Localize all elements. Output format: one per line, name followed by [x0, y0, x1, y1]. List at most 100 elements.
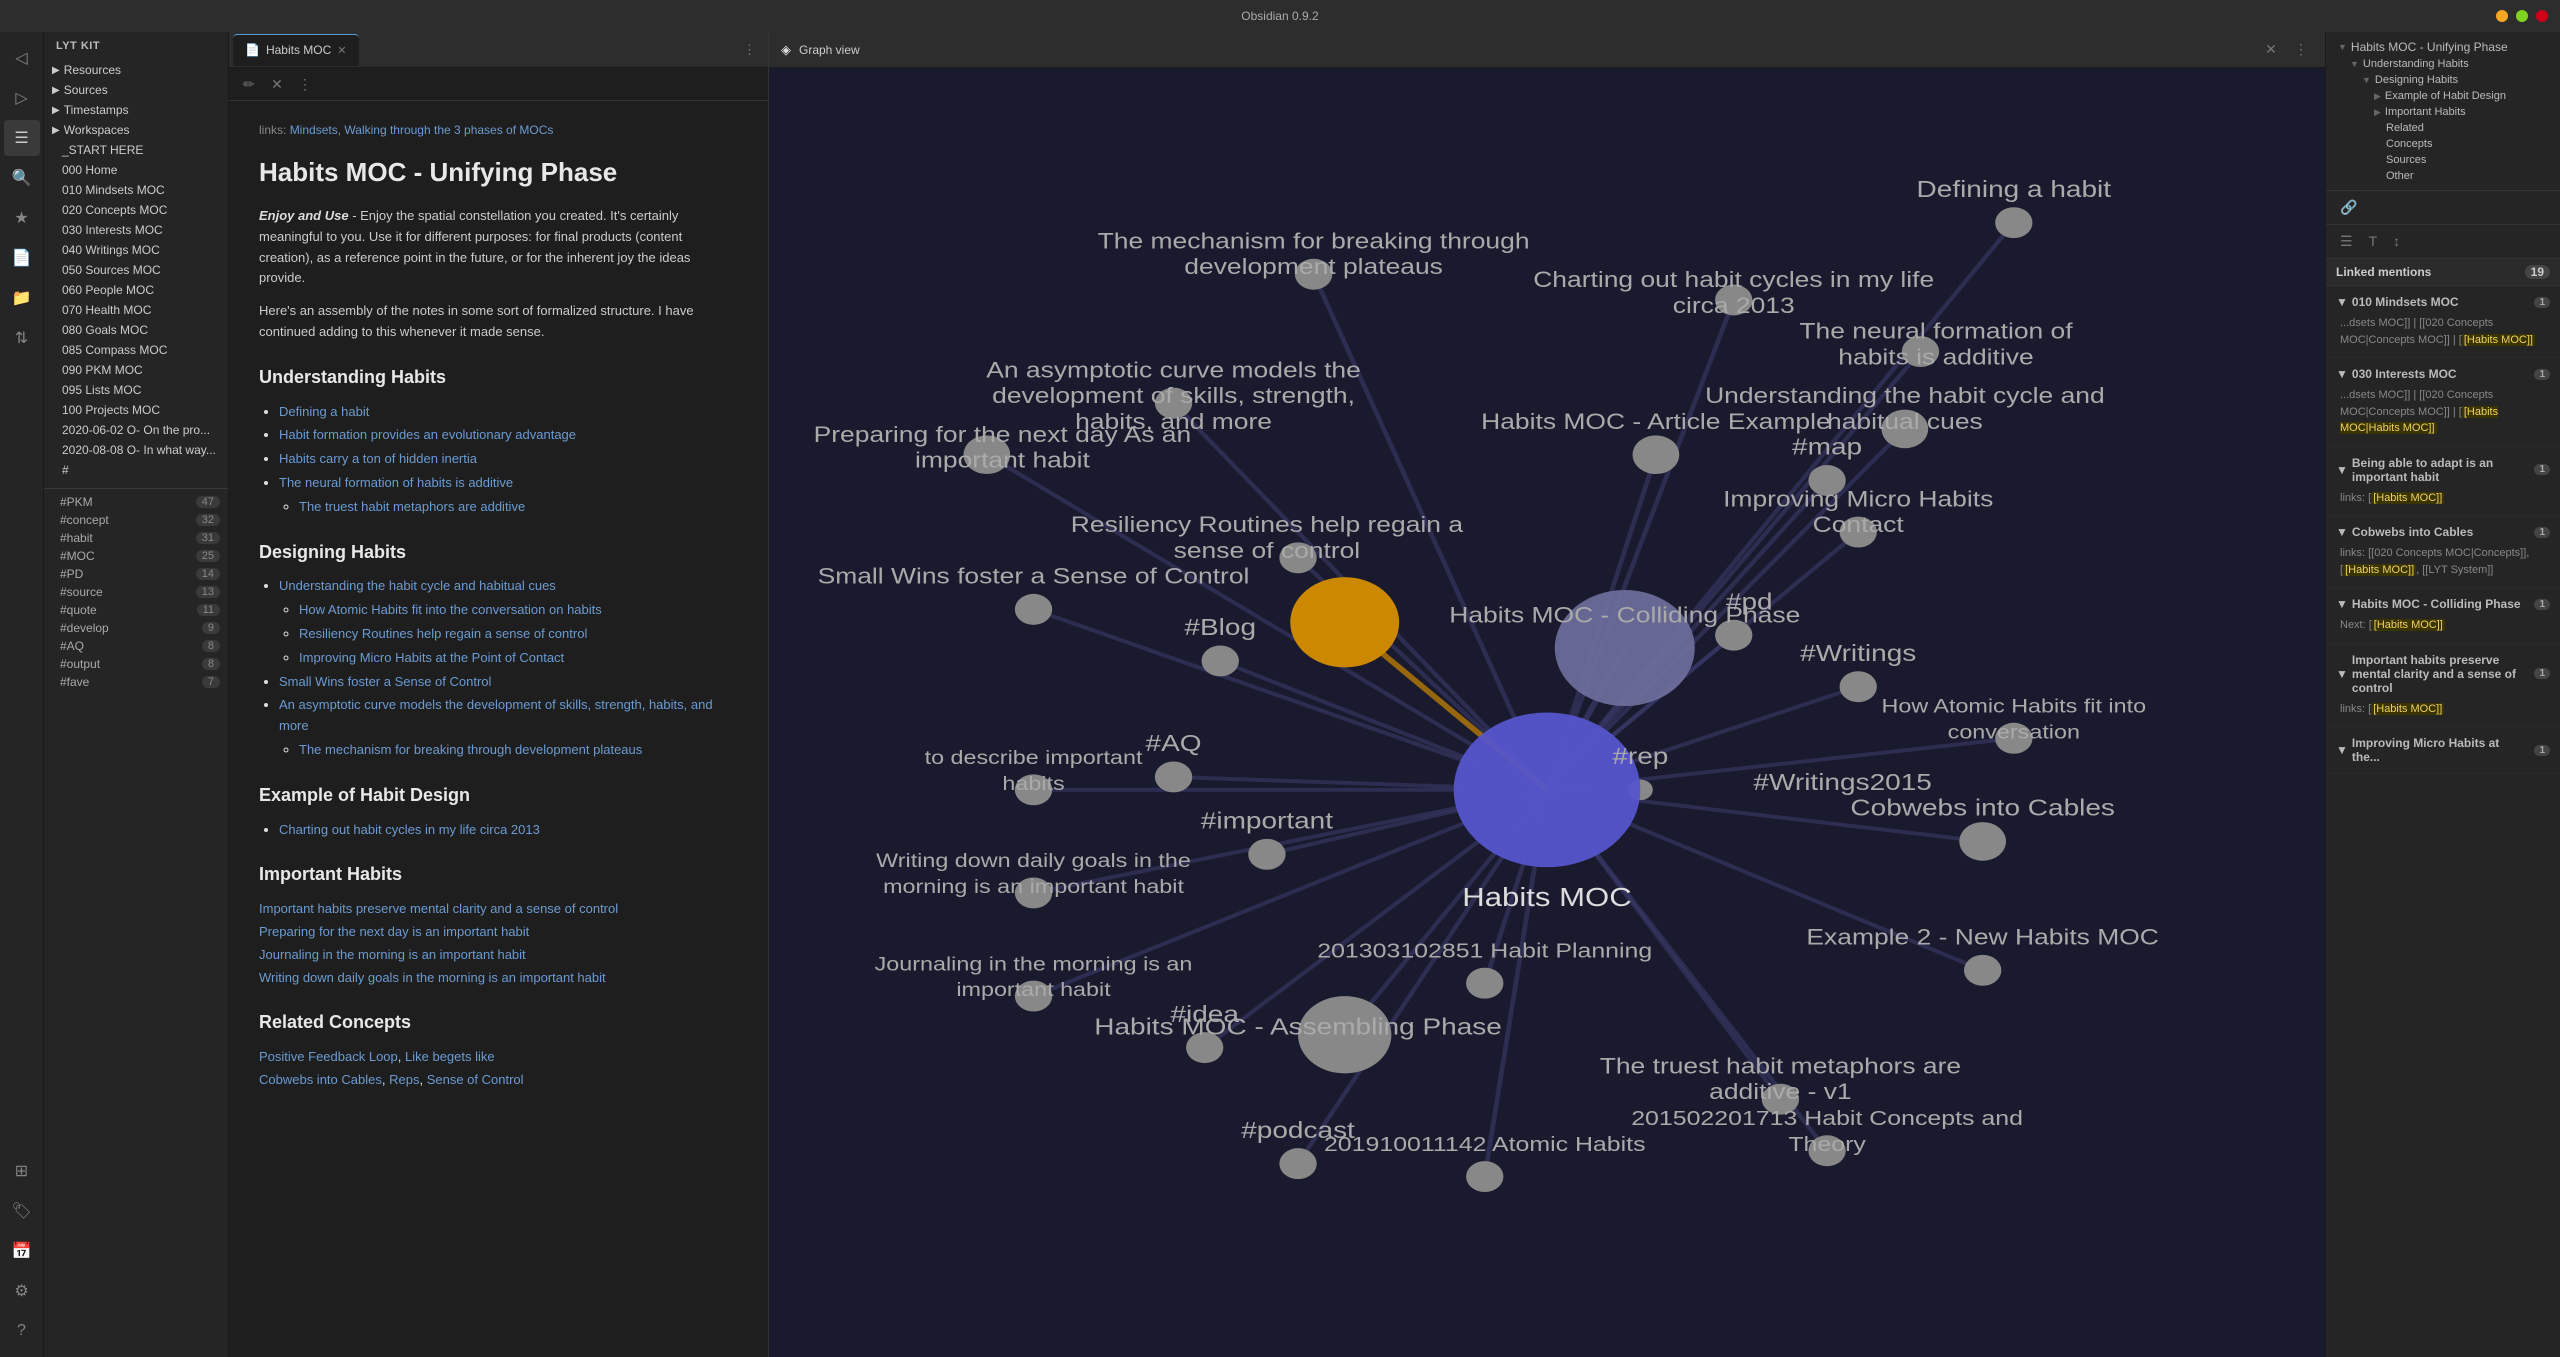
link-resiliency[interactable]: Resiliency Routines help regain a sense … [299, 626, 587, 641]
plugin-icon[interactable]: ⊞ [4, 1153, 40, 1189]
folder-icon[interactable]: 📁 [4, 280, 40, 316]
sort-list-icon[interactable]: ☰ [2336, 231, 2357, 252]
sidebar-group-timestamps[interactable]: ▶ Timestamps [44, 100, 228, 120]
link-charting[interactable]: Charting out habit cycles in my life cir… [279, 822, 540, 837]
question-icon[interactable]: ? [4, 1313, 40, 1349]
close-button[interactable] [2536, 10, 2548, 22]
mention-highlight[interactable]: [Habits MOC]] [2343, 564, 2416, 576]
mention-highlight[interactable]: [Habits MOC|Habits MOC]] [2340, 406, 2498, 435]
sidebar-group-resources[interactable]: ▶ Resources [44, 60, 228, 80]
text-icon[interactable]: T [2365, 231, 2382, 252]
calendar-icon[interactable]: 📅 [4, 1233, 40, 1269]
sidebar-group-workspaces[interactable]: ▶ Workspaces [44, 120, 228, 140]
tab-habits-moc[interactable]: 📄 Habits MOC ✕ [233, 34, 359, 66]
more-toolbar-button[interactable]: ⋮ [293, 72, 317, 96]
link-truest[interactable]: The truest habit metaphors are additive [299, 499, 525, 514]
link-mental-clarity[interactable]: Important habits preserve mental clarity… [259, 901, 618, 916]
link-next-day[interactable]: Preparing for the next day is an importa… [259, 924, 529, 939]
sidebar-item-start[interactable]: _START HERE [46, 140, 226, 160]
link-cobwebs[interactable]: Cobwebs into Cables [259, 1072, 382, 1087]
outline-item-concepts[interactable]: Concepts [2326, 136, 2560, 152]
mention-highlight[interactable]: [Habits MOC]] [2371, 492, 2444, 504]
sidebar-item-070[interactable]: 070 Health MOC [46, 300, 226, 320]
settings-icon[interactable]: ⚙ [4, 1273, 40, 1309]
tag-source[interactable]: #source 13 [44, 583, 228, 601]
outline-item-designing[interactable]: ▼ Designing Habits [2326, 72, 2560, 88]
mention-title[interactable]: ▼ Being able to adapt is an important ha… [2326, 453, 2560, 487]
outline-item-understanding[interactable]: ▼ Understanding Habits [2326, 56, 2560, 72]
sidebar-item-095[interactable]: 095 Lists MOC [46, 380, 226, 400]
maximize-button[interactable] [2516, 10, 2528, 22]
sidebar-item-2020b[interactable]: 2020-08-08 O- In what way... [46, 440, 226, 460]
sidebar-item-020[interactable]: 020 Concepts MOC [46, 200, 226, 220]
mention-title[interactable]: ▼ Improving Micro Habits at the... 1 [2326, 733, 2560, 767]
tab-close-icon[interactable]: ✕ [337, 44, 346, 57]
link-mindsets[interactable]: Mindsets [290, 123, 338, 137]
link-atomic[interactable]: How Atomic Habits fit into the conversat… [299, 602, 602, 617]
link-positive-feedback[interactable]: Positive Feedback Loop [259, 1049, 398, 1064]
search-icon[interactable]: 🔍 [4, 160, 40, 196]
nav-forward-icon[interactable]: ▷ [4, 80, 40, 116]
tag-habit[interactable]: #habit 31 [44, 529, 228, 547]
graph-more-icon[interactable]: ⋮ [2289, 38, 2313, 62]
star-icon[interactable]: ★ [4, 200, 40, 236]
sidebar-item-060[interactable]: 060 People MOC [46, 280, 226, 300]
tab-more-button[interactable]: ⋮ [735, 42, 764, 58]
outline-item-1[interactable]: ▼ Habits MOC - Unifying Phase [2326, 38, 2560, 56]
sidebar-item-085[interactable]: 085 Compass MOC [46, 340, 226, 360]
tag-fave[interactable]: #fave 7 [44, 673, 228, 691]
mention-title[interactable]: ▼ 030 Interests MOC 1 [2326, 364, 2560, 384]
link-micro[interactable]: Improving Micro Habits at the Point of C… [299, 650, 564, 665]
outline-item-example[interactable]: ▶ Example of Habit Design [2326, 88, 2560, 104]
sidebar-item-040[interactable]: 040 Writings MOC [46, 240, 226, 260]
new-note-icon[interactable]: 📄 [4, 240, 40, 276]
link-evolutionary[interactable]: Habit formation provides an evolutionary… [279, 427, 576, 442]
link-like-begets[interactable]: Like begets like [405, 1049, 495, 1064]
edit-button[interactable]: ✏ [237, 72, 261, 96]
link-neural[interactable]: The neural formation of habits is additi… [279, 475, 513, 490]
sidebar-item-2020a[interactable]: 2020-06-02 O- On the pro... [46, 420, 226, 440]
tag-icon[interactable]: 🏷 [4, 1193, 40, 1229]
link-writing-goals[interactable]: Writing down daily goals in the morning … [259, 970, 606, 985]
mention-title[interactable]: ▼ 010 Mindsets MOC 1 [2326, 292, 2560, 312]
sort-az-icon[interactable]: ↕ [2389, 231, 2404, 252]
mention-title[interactable]: ▼ Habits MOC - Colliding Phase 1 [2326, 594, 2560, 614]
outline-item-sources[interactable]: Sources [2326, 152, 2560, 168]
mention-title[interactable]: ▼ Important habits preserve mental clari… [2326, 650, 2560, 698]
link-icon[interactable]: 🔗 [2336, 197, 2361, 218]
sidebar-item-050[interactable]: 050 Sources MOC [46, 260, 226, 280]
tag-pd[interactable]: #PD 14 [44, 565, 228, 583]
outline-item-related[interactable]: Related [2326, 120, 2560, 136]
link-asymptotic[interactable]: An asymptotic curve models the developme… [279, 697, 713, 733]
tag-develop[interactable]: #develop 9 [44, 619, 228, 637]
sidebar-item-000[interactable]: 000 Home [46, 160, 226, 180]
graph-canvas[interactable]: ⚙ [769, 68, 2325, 1357]
link-sense-control[interactable]: Sense of Control [427, 1072, 524, 1087]
sidebar-group-sources[interactable]: ▶ Sources [44, 80, 228, 100]
sidebar-item-090[interactable]: 090 PKM MOC [46, 360, 226, 380]
tag-output[interactable]: #output 8 [44, 655, 228, 673]
tag-quote[interactable]: #quote 11 [44, 601, 228, 619]
link-journaling[interactable]: Journaling in the morning is an importan… [259, 947, 526, 962]
tag-concept[interactable]: #concept 32 [44, 511, 228, 529]
mention-title[interactable]: ▼ Cobwebs into Cables 1 [2326, 522, 2560, 542]
mention-highlight[interactable]: [Habits MOC]] [2462, 334, 2535, 346]
sidebar-item-010[interactable]: 010 Mindsets MOC [46, 180, 226, 200]
sidebar-item-hash[interactable]: # [46, 460, 226, 480]
link-mechanism[interactable]: The mechanism for breaking through devel… [299, 742, 642, 757]
nav-back-icon[interactable]: ◁ [4, 40, 40, 76]
sidebar-item-080[interactable]: 080 Goals MOC [46, 320, 226, 340]
files-icon[interactable]: ☰ [4, 120, 40, 156]
mention-highlight[interactable]: [Habits MOC]] [2371, 703, 2444, 715]
link-walking[interactable]: Walking through the 3 phases of MOCs [344, 123, 553, 137]
tag-moc[interactable]: #MOC 25 [44, 547, 228, 565]
sidebar-item-030[interactable]: 030 Interests MOC [46, 220, 226, 240]
link-defining[interactable]: Defining a habit [279, 404, 369, 419]
link-reps[interactable]: Reps [389, 1072, 419, 1087]
mention-highlight[interactable]: [Habits MOC]] [2372, 619, 2445, 631]
outline-item-important[interactable]: ▶ Important Habits [2326, 104, 2560, 120]
link-inertia[interactable]: Habits carry a ton of hidden inertia [279, 451, 477, 466]
sort-icon[interactable]: ⇅ [4, 320, 40, 356]
link-habit-cycle[interactable]: Understanding the habit cycle and habitu… [279, 578, 556, 593]
outline-item-other[interactable]: Other [2326, 168, 2560, 184]
